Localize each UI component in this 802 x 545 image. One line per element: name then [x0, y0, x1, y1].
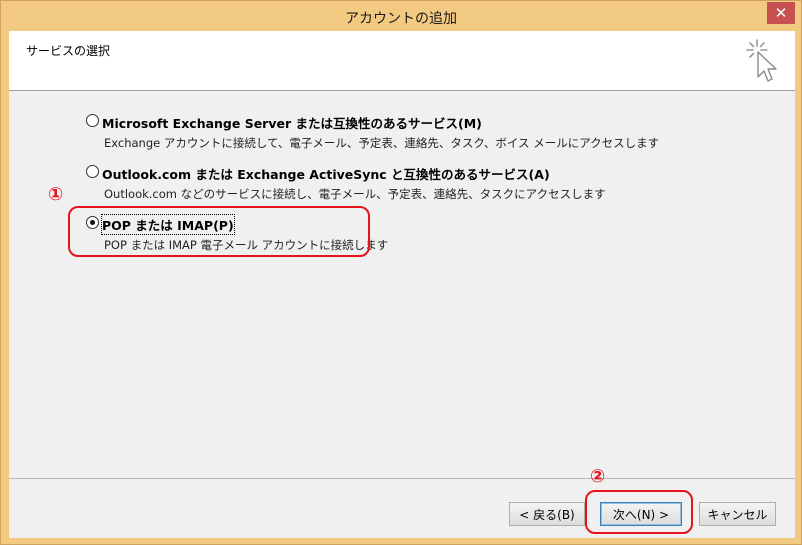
close-icon: ✕	[774, 4, 788, 22]
wizard-cursor-icon	[746, 39, 777, 82]
annotation-highlight-pop-imap	[68, 206, 370, 257]
radio-exchange[interactable]	[86, 114, 99, 127]
option-exchange-label[interactable]: Microsoft Exchange Server または互換性のあるサービス(…	[102, 113, 482, 132]
wizard-header: サービスの選択	[9, 31, 795, 91]
options-area: Microsoft Exchange Server または互換性のあるサービス(…	[9, 92, 795, 473]
radio-outlook-com[interactable]	[86, 165, 99, 178]
page-title: サービスの選択	[26, 44, 111, 58]
footer-divider	[9, 478, 795, 479]
annotation-number-two: ②	[590, 466, 606, 487]
annotation-highlight-next	[585, 490, 693, 534]
dialog-client-area: サービスの選択 Microsoft Exchange Server または互換性…	[9, 31, 795, 538]
annotation-number-one: ①	[48, 184, 64, 205]
option-outlook-com-description: Outlook.com などのサービスに接続し、電子メール、予定表、連絡先、タス…	[104, 187, 606, 201]
window-title: アカウントの追加	[345, 11, 457, 27]
option-outlook-com-label[interactable]: Outlook.com または Exchange ActiveSync と互換性…	[102, 164, 550, 183]
cancel-button[interactable]: キャンセル	[699, 502, 776, 526]
dialog-window: アカウントの追加 ✕ サービスの選択 Microsoft Exchange Se…	[0, 0, 802, 545]
option-exchange-description: Exchange アカウントに接続して、電子メール、予定表、連絡先、タスク、ボイ…	[104, 136, 660, 150]
close-button[interactable]: ✕	[767, 2, 795, 24]
title-bar[interactable]: アカウントの追加 ✕	[1, 1, 801, 31]
back-button[interactable]: < 戻る(B)	[509, 502, 585, 526]
